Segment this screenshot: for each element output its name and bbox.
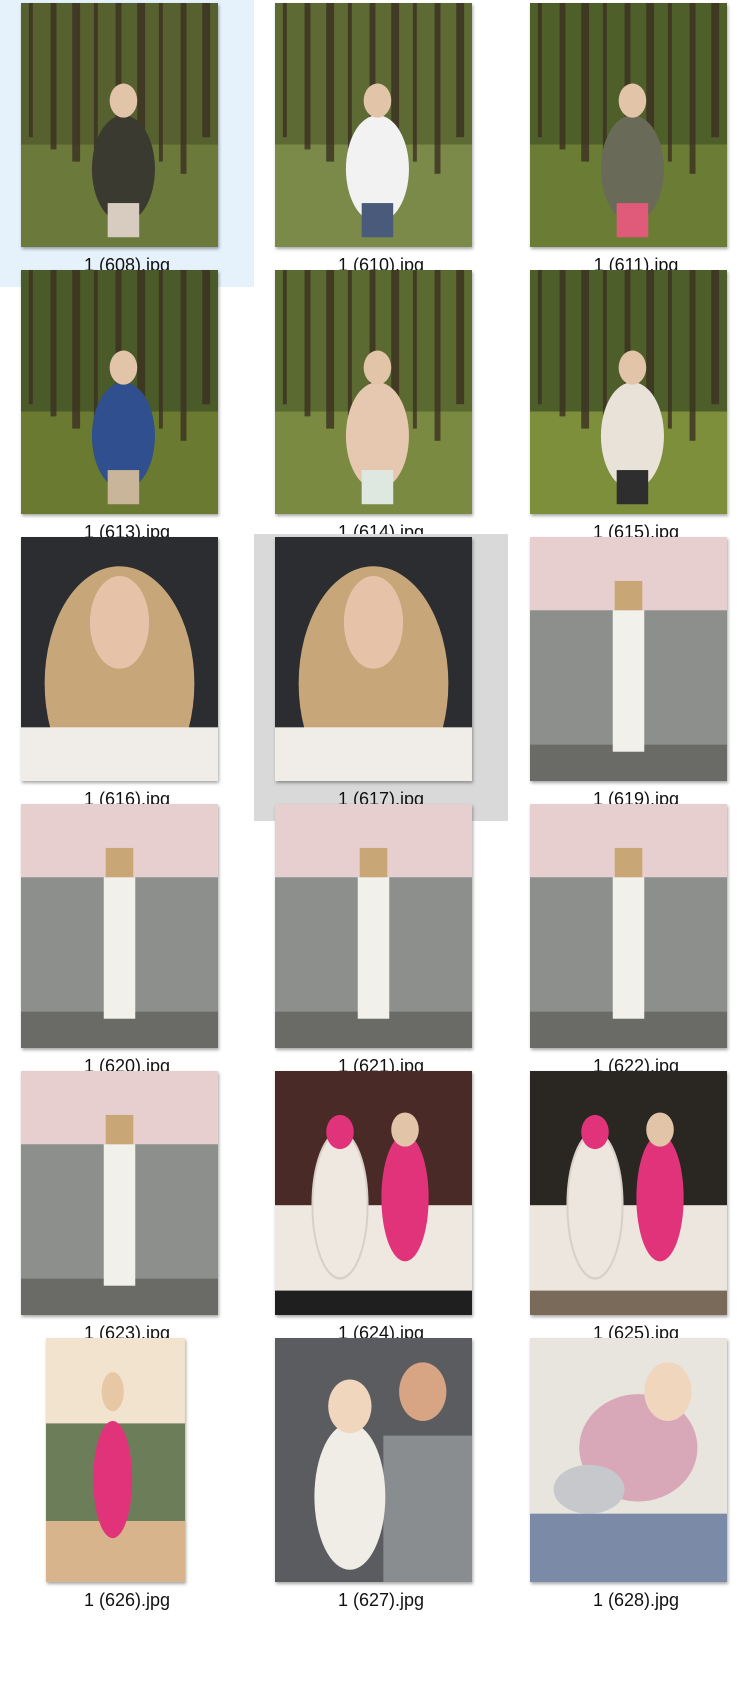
file-item[interactable]: 1 (619).jpg xyxy=(509,534,753,821)
file-item[interactable]: 1 (620).jpg xyxy=(0,801,254,1088)
wall-photo-thumbnail xyxy=(530,537,727,781)
file-item[interactable]: 1 (610).jpg xyxy=(254,0,508,287)
forest-photo-thumbnail xyxy=(21,3,218,247)
file-item[interactable]: 1 (624).jpg xyxy=(254,1068,508,1355)
portrait-photo-thumbnail xyxy=(275,537,472,781)
forest-photo-thumbnail xyxy=(530,3,727,247)
file-item[interactable]: 1 (611).jpg xyxy=(509,0,753,287)
forest-photo-thumbnail xyxy=(21,270,218,514)
picnic-photo-thumbnail xyxy=(275,270,472,514)
file-item[interactable]: 1 (621).jpg xyxy=(254,801,508,1088)
file-name-label: 1 (626).jpg xyxy=(83,1590,171,1610)
file-item[interactable]: 1 (616).jpg xyxy=(0,534,254,821)
file-item[interactable]: 1 (626).jpg xyxy=(0,1335,254,1622)
file-item[interactable]: 1 (615).jpg xyxy=(509,267,753,554)
file-name-label: 1 (627).jpg xyxy=(337,1590,425,1610)
baby-photo-thumbnail xyxy=(530,1338,727,1582)
file-item[interactable]: 1 (614).jpg xyxy=(254,267,508,554)
wall-photo-thumbnail xyxy=(275,804,472,1048)
sofa-photo-thumbnail xyxy=(275,1071,472,1315)
file-item[interactable]: 1 (622).jpg xyxy=(509,801,753,1088)
terrace-photo-thumbnail xyxy=(530,1071,727,1315)
father-child-photo-thumbnail xyxy=(275,1338,472,1582)
file-item[interactable]: 1 (608).jpg xyxy=(0,0,254,287)
wall-photo-thumbnail xyxy=(530,804,727,1048)
wall-photo-thumbnail xyxy=(21,1071,218,1315)
file-item[interactable]: 1 (617).jpg xyxy=(254,534,508,821)
file-item[interactable]: 1 (628).jpg xyxy=(509,1335,753,1622)
file-item[interactable]: 1 (623).jpg xyxy=(0,1068,254,1355)
portrait-photo-thumbnail xyxy=(21,537,218,781)
forest-photo-thumbnail xyxy=(275,3,472,247)
file-item[interactable]: 1 (627).jpg xyxy=(254,1335,508,1622)
sunset-photo-thumbnail xyxy=(46,1338,185,1582)
file-name-label: 1 (628).jpg xyxy=(592,1590,680,1610)
wall-photo-thumbnail xyxy=(21,804,218,1048)
file-item[interactable]: 1 (613).jpg xyxy=(0,267,254,554)
forest-photo-thumbnail xyxy=(530,270,727,514)
file-item[interactable]: 1 (625).jpg xyxy=(509,1068,753,1355)
